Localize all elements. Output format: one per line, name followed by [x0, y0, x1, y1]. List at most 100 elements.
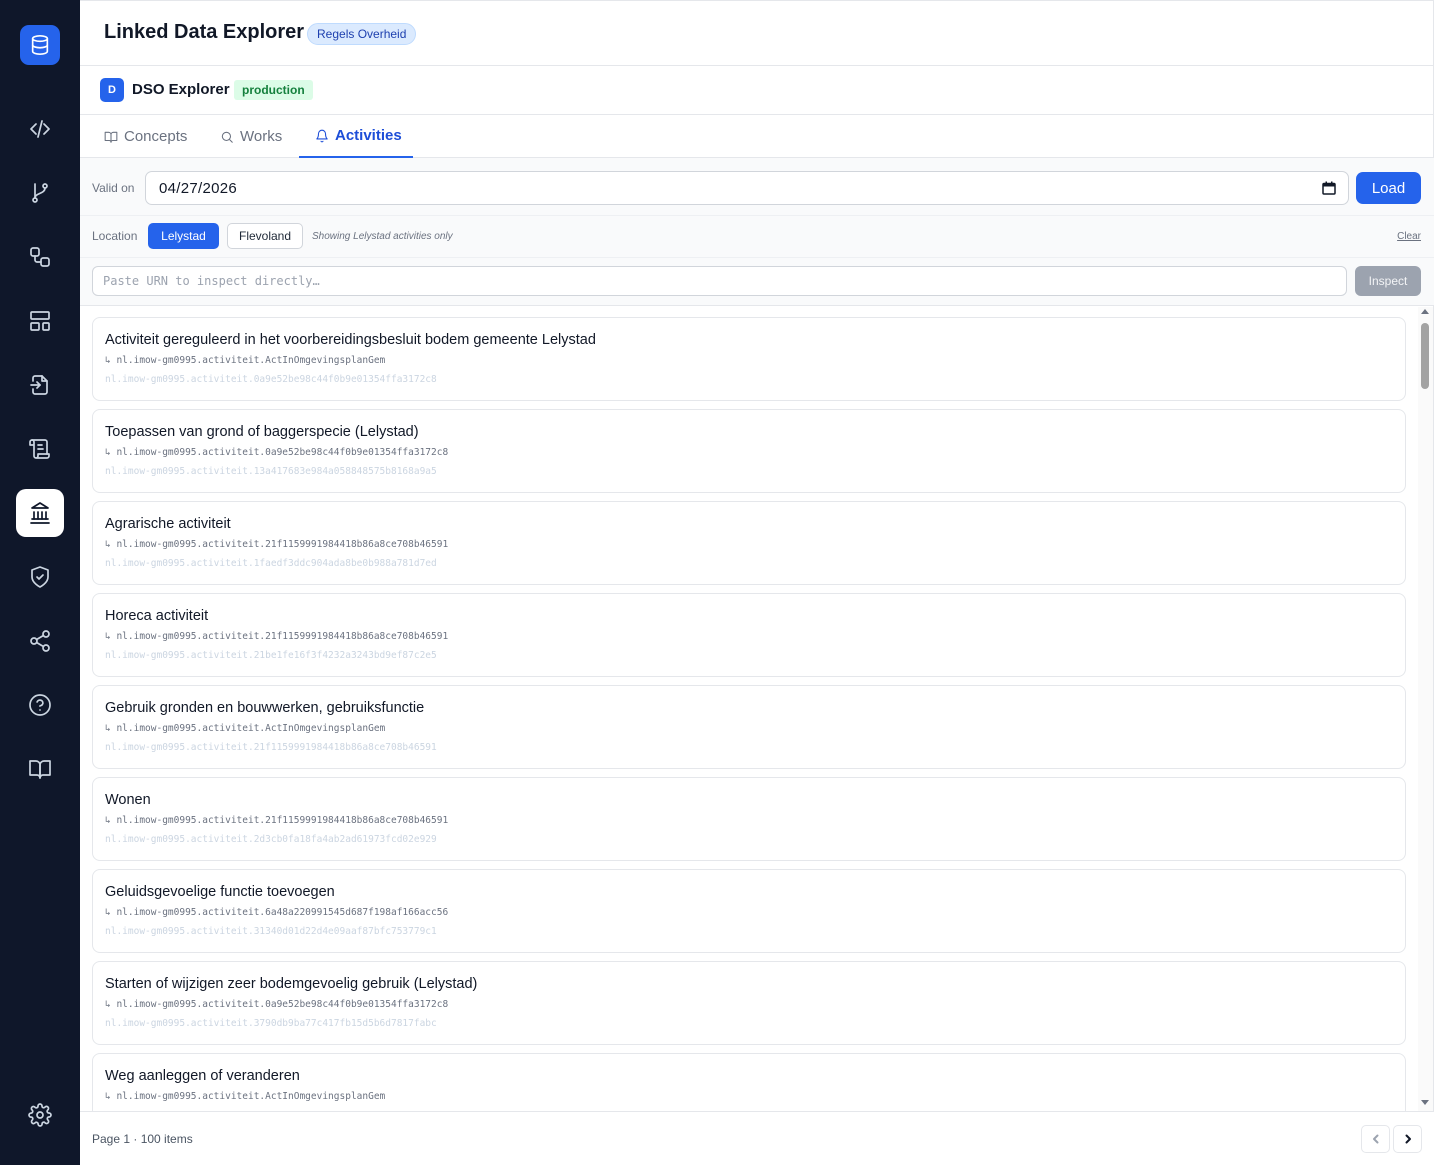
list-item[interactable]: Activiteit gereguleerd in het voorbereid…	[92, 317, 1406, 401]
urn-placeholder: Paste URN to inspect directly…	[103, 274, 320, 288]
chevron-left-icon	[1372, 1134, 1378, 1144]
activity-urn: nl.imow-gm0995.activiteit.31340d01d22d4e…	[105, 926, 437, 937]
scrollbar[interactable]	[1418, 307, 1433, 1111]
activity-title: Starten of wijzigen zeer bodemgevoelig g…	[105, 976, 478, 992]
list-item[interactable]: Wonen ↳ nl.imow-gm0995.activiteit.21f115…	[92, 777, 1406, 861]
sidebar-item-help[interactable]	[16, 681, 64, 729]
sidebar-item-git[interactable]	[16, 169, 64, 217]
activity-parent-urn: ↳ nl.imow-gm0995.activiteit.21f115999198…	[105, 631, 449, 642]
divider	[80, 257, 1434, 258]
scrollbar-thumb[interactable]	[1421, 323, 1429, 389]
next-page-button[interactable]	[1393, 1125, 1422, 1153]
bell-icon	[316, 129, 328, 142]
location-flevoland-button[interactable]: Flevoland	[227, 223, 303, 249]
layout-icon	[30, 311, 50, 331]
sidebar	[0, 0, 80, 1165]
activity-urn: nl.imow-gm0995.activiteit.21be1fe16f3f42…	[105, 650, 437, 661]
tab-activities[interactable]: Activities	[299, 115, 413, 158]
git-branch-icon	[32, 183, 48, 203]
sidebar-item-share[interactable]	[16, 617, 64, 665]
activity-parent-urn: ↳ nl.imow-gm0995.activiteit.ActInOmgevin…	[105, 1091, 386, 1102]
landmark-icon	[30, 502, 50, 524]
book-open-icon	[29, 760, 51, 779]
sidebar-item-landmark[interactable]	[16, 489, 64, 537]
activity-parent-urn: ↳ nl.imow-gm0995.activiteit.21f115999198…	[105, 815, 449, 826]
filter-controls: Valid on 04/27/2026 Load Location Lelyst…	[80, 158, 1434, 306]
scroll-up-arrow-icon[interactable]	[1421, 309, 1429, 314]
top-header: Linked Data Explorer Regels Overheid	[80, 1, 1434, 66]
environment-badge: Regels Overheid	[307, 23, 417, 45]
list-item[interactable]: Gebruik gronden en bouwwerken, gebruiksf…	[92, 685, 1406, 769]
tab-works[interactable]: Works	[216, 115, 286, 158]
list-item[interactable]: Weg aanleggen of veranderen ↳ nl.imow-gm…	[92, 1053, 1406, 1111]
activity-parent-urn: ↳ nl.imow-gm0995.activiteit.ActInOmgevin…	[105, 723, 386, 734]
settings-icon	[28, 1103, 52, 1127]
divider	[80, 215, 1434, 216]
file-import-icon	[30, 375, 48, 395]
status-badge: production	[234, 80, 313, 100]
date-field[interactable]: 04/27/2026	[145, 171, 1349, 205]
activity-parent-urn: ↳ nl.imow-gm0995.activiteit.0a9e52be98c4…	[105, 999, 449, 1010]
help-icon	[29, 694, 51, 716]
sidebar-item-docs[interactable]	[16, 745, 64, 793]
activity-title: Agrarische activiteit	[105, 516, 231, 532]
activity-urn: nl.imow-gm0995.activiteit.3790db9ba77c41…	[105, 1018, 437, 1029]
activity-title: Weg aanleggen of veranderen	[105, 1068, 300, 1084]
tab-label: Concepts	[124, 128, 188, 145]
sidebar-item-import[interactable]	[16, 361, 64, 409]
activity-title: Gebruik gronden en bouwwerken, gebruiksf…	[105, 700, 425, 716]
explorer-bar: D DSO Explorer production	[80, 66, 1434, 115]
book-icon	[104, 131, 118, 143]
activity-urn: nl.imow-gm0995.activiteit.13a417683e984a…	[105, 466, 437, 477]
activity-urn: nl.imow-gm0995.activiteit.2d3cb0fa18fa4a…	[105, 834, 437, 845]
list-item[interactable]: Horeca activiteit ↳ nl.imow-gm0995.activ…	[92, 593, 1406, 677]
page-title: Linked Data Explorer	[104, 21, 305, 43]
list-item[interactable]: Geluidsgevoelige functie toevoegen ↳ nl.…	[92, 869, 1406, 953]
scroll-down-arrow-icon[interactable]	[1421, 1100, 1429, 1105]
workflow-icon	[30, 247, 50, 267]
tab-label: Works	[240, 128, 283, 145]
load-button[interactable]: Load	[1356, 172, 1421, 204]
activity-list: Activiteit gereguleerd in het voorbereid…	[80, 307, 1434, 1111]
sidebar-item-settings[interactable]	[16, 1091, 64, 1139]
pagination-footer: Page 1 · 100 items	[80, 1111, 1434, 1165]
activity-parent-urn: ↳ nl.imow-gm0995.activiteit.ActInOmgevin…	[105, 355, 386, 366]
database-logo-icon[interactable]	[20, 25, 60, 65]
activity-urn: nl.imow-gm0995.activiteit.1faedf3ddc904a…	[105, 558, 437, 569]
sidebar-item-shield[interactable]	[16, 553, 64, 601]
location-label: Location	[92, 229, 138, 243]
sidebar-item-layout[interactable]	[16, 297, 64, 345]
activity-urn: nl.imow-gm0995.activiteit.0a9e52be98c44f…	[105, 374, 437, 385]
clear-link[interactable]: Clear	[1397, 231, 1421, 242]
sidebar-item-workflow[interactable]	[16, 233, 64, 281]
inspect-button[interactable]: Inspect	[1355, 266, 1421, 296]
explorer-avatar: D	[100, 78, 124, 102]
urn-input[interactable]: Paste URN to inspect directly…	[92, 266, 1347, 296]
main-panel: Linked Data Explorer Regels Overheid D D…	[80, 0, 1434, 1165]
date-value: 04/27/2026	[159, 180, 238, 197]
sidebar-item-code[interactable]	[16, 105, 64, 153]
location-note: Showing Lelystad activities only	[312, 231, 453, 242]
tab-bar: Concepts Works Activities	[80, 115, 1434, 158]
page-info: Page 1 · 100 items	[92, 1132, 193, 1146]
activity-title: Geluidsgevoelige functie toevoegen	[105, 884, 335, 900]
list-item[interactable]: Toepassen van grond of baggerspecie (Lel…	[92, 409, 1406, 493]
sidebar-item-scroll[interactable]	[16, 425, 64, 473]
previous-page-button[interactable]	[1361, 1125, 1390, 1153]
activity-urn: nl.imow-gm0995.activiteit.21f11599919844…	[105, 742, 437, 753]
list-item[interactable]: Agrarische activiteit ↳ nl.imow-gm0995.a…	[92, 501, 1406, 585]
activity-title: Wonen	[105, 792, 151, 808]
activity-parent-urn: ↳ nl.imow-gm0995.activiteit.21f115999198…	[105, 539, 449, 550]
activity-parent-urn: ↳ nl.imow-gm0995.activiteit.0a9e52be98c4…	[105, 447, 449, 458]
valid-on-label: Valid on	[92, 181, 135, 195]
tab-concepts[interactable]: Concepts	[100, 115, 191, 158]
location-lelystad-button[interactable]: Lelystad	[148, 223, 219, 249]
list-item[interactable]: Starten of wijzigen zeer bodemgevoelig g…	[92, 961, 1406, 1045]
code-icon	[30, 120, 50, 138]
explorer-name: DSO Explorer	[132, 81, 230, 98]
search-icon	[221, 131, 233, 143]
tab-label: Activities	[335, 127, 402, 144]
calendar-icon[interactable]	[1322, 181, 1336, 195]
activity-title: Toepassen van grond of baggerspecie (Lel…	[105, 424, 419, 440]
share-icon	[30, 630, 50, 652]
